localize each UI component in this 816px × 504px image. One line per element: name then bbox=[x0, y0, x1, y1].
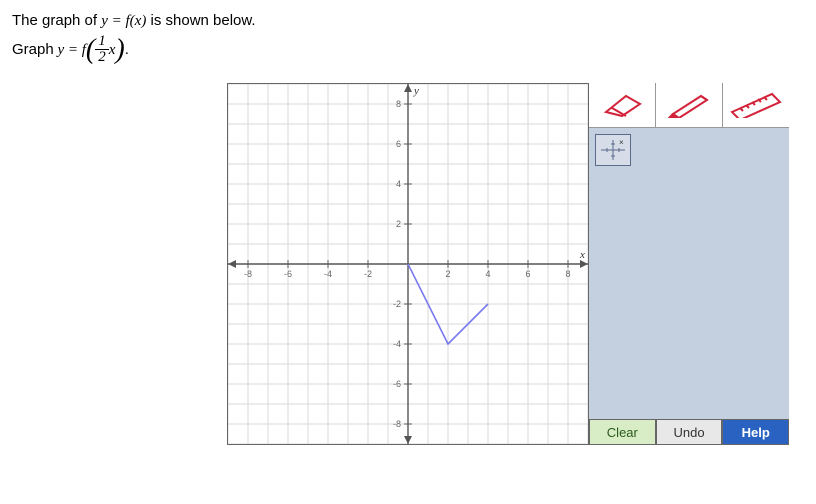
svg-text:6: 6 bbox=[525, 269, 530, 279]
ruler-tool[interactable] bbox=[723, 83, 789, 127]
tool-panel-filler bbox=[589, 172, 789, 419]
svg-text:-2: -2 bbox=[393, 299, 401, 309]
text: Graph bbox=[12, 37, 54, 63]
problem-line-2: Graph y = f ( 1 2 x ) . bbox=[12, 34, 804, 65]
svg-text:-4: -4 bbox=[324, 269, 332, 279]
text: The graph of bbox=[12, 12, 101, 29]
svg-text:6: 6 bbox=[396, 139, 401, 149]
svg-text:4: 4 bbox=[485, 269, 490, 279]
svg-text:×: × bbox=[619, 139, 624, 147]
help-button[interactable]: Help bbox=[722, 419, 789, 445]
svg-text:-8: -8 bbox=[244, 269, 252, 279]
svg-text:2: 2 bbox=[445, 269, 450, 279]
svg-text:y: y bbox=[413, 85, 419, 97]
problem-line-1: The graph of y = f(x) is shown below. bbox=[12, 8, 804, 34]
equation-task: y = f ( 1 2 x ) bbox=[54, 34, 125, 65]
svg-text:-4: -4 bbox=[393, 339, 401, 349]
tool-row bbox=[589, 83, 789, 128]
graph-canvas[interactable]: -8-6-4-22468-8-6-4-22468xy bbox=[227, 83, 589, 445]
svg-text:8: 8 bbox=[565, 269, 570, 279]
problem-statement: The graph of y = f(x) is shown below. Gr… bbox=[12, 8, 804, 65]
tool-panel: × Clear Undo Help bbox=[589, 83, 789, 445]
undo-button[interactable]: Undo bbox=[656, 419, 723, 445]
point-mode-button[interactable]: × bbox=[595, 134, 631, 166]
clear-button[interactable]: Clear bbox=[589, 419, 656, 445]
svg-text:-6: -6 bbox=[393, 379, 401, 389]
pencil-tool[interactable] bbox=[656, 83, 723, 127]
text: . bbox=[125, 37, 129, 63]
equation-given: y = f(x) bbox=[101, 13, 146, 29]
svg-text:2: 2 bbox=[396, 219, 401, 229]
action-row: Clear Undo Help bbox=[589, 419, 789, 445]
svg-text:-6: -6 bbox=[284, 269, 292, 279]
text: is shown below. bbox=[151, 12, 256, 29]
fraction-denominator: 2 bbox=[95, 50, 109, 65]
svg-text:x: x bbox=[579, 249, 585, 261]
coordinate-grid[interactable]: -8-6-4-22468-8-6-4-22468xy bbox=[228, 84, 588, 444]
work-area: -8-6-4-22468-8-6-4-22468xy bbox=[227, 83, 804, 445]
mode-row: × bbox=[589, 128, 789, 172]
svg-text:8: 8 bbox=[396, 99, 401, 109]
eraser-tool[interactable] bbox=[589, 83, 656, 127]
svg-text:-8: -8 bbox=[393, 419, 401, 429]
fraction-numerator: 1 bbox=[95, 34, 109, 50]
svg-text:4: 4 bbox=[396, 179, 401, 189]
svg-text:-2: -2 bbox=[364, 269, 372, 279]
